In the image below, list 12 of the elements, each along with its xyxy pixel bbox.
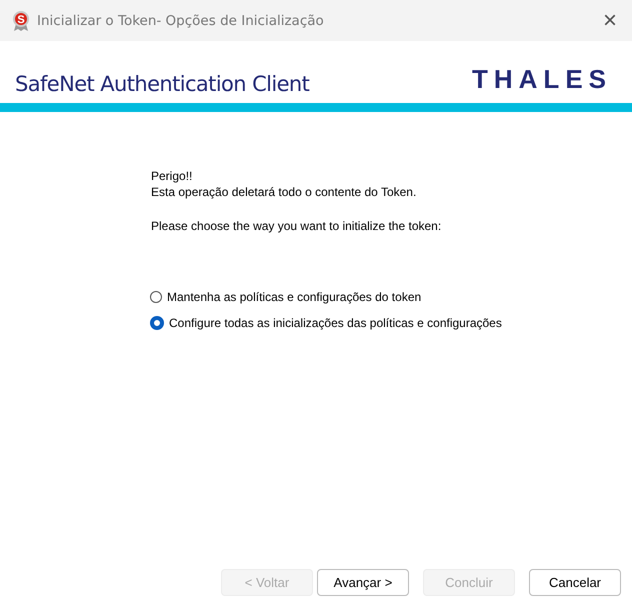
message-text: Please choose the way you want to initialize the token: (151, 218, 442, 234)
window-title: Inicializar o Token- Opções de Inicialização (37, 12, 325, 28)
product-name: SafeNet Authentication Client (15, 72, 310, 96)
radio-button[interactable] (150, 316, 164, 330)
option-label[interactable]: Configure todas as inicializações das políticas e configurações (169, 316, 502, 330)
radio-button[interactable] (150, 291, 162, 303)
dialog-button[interactable]: Cancelar (529, 568, 621, 596)
option-label[interactable]: Mantenha as políticas e configurações do token (167, 290, 422, 304)
logo: THALES (472, 64, 612, 95)
message-text: Perigo!! Esta operação deletará todo o contente do Token. (151, 168, 418, 200)
dialog-button[interactable]: Avançar > (317, 568, 409, 596)
close-button[interactable]: × (588, 0, 632, 40)
